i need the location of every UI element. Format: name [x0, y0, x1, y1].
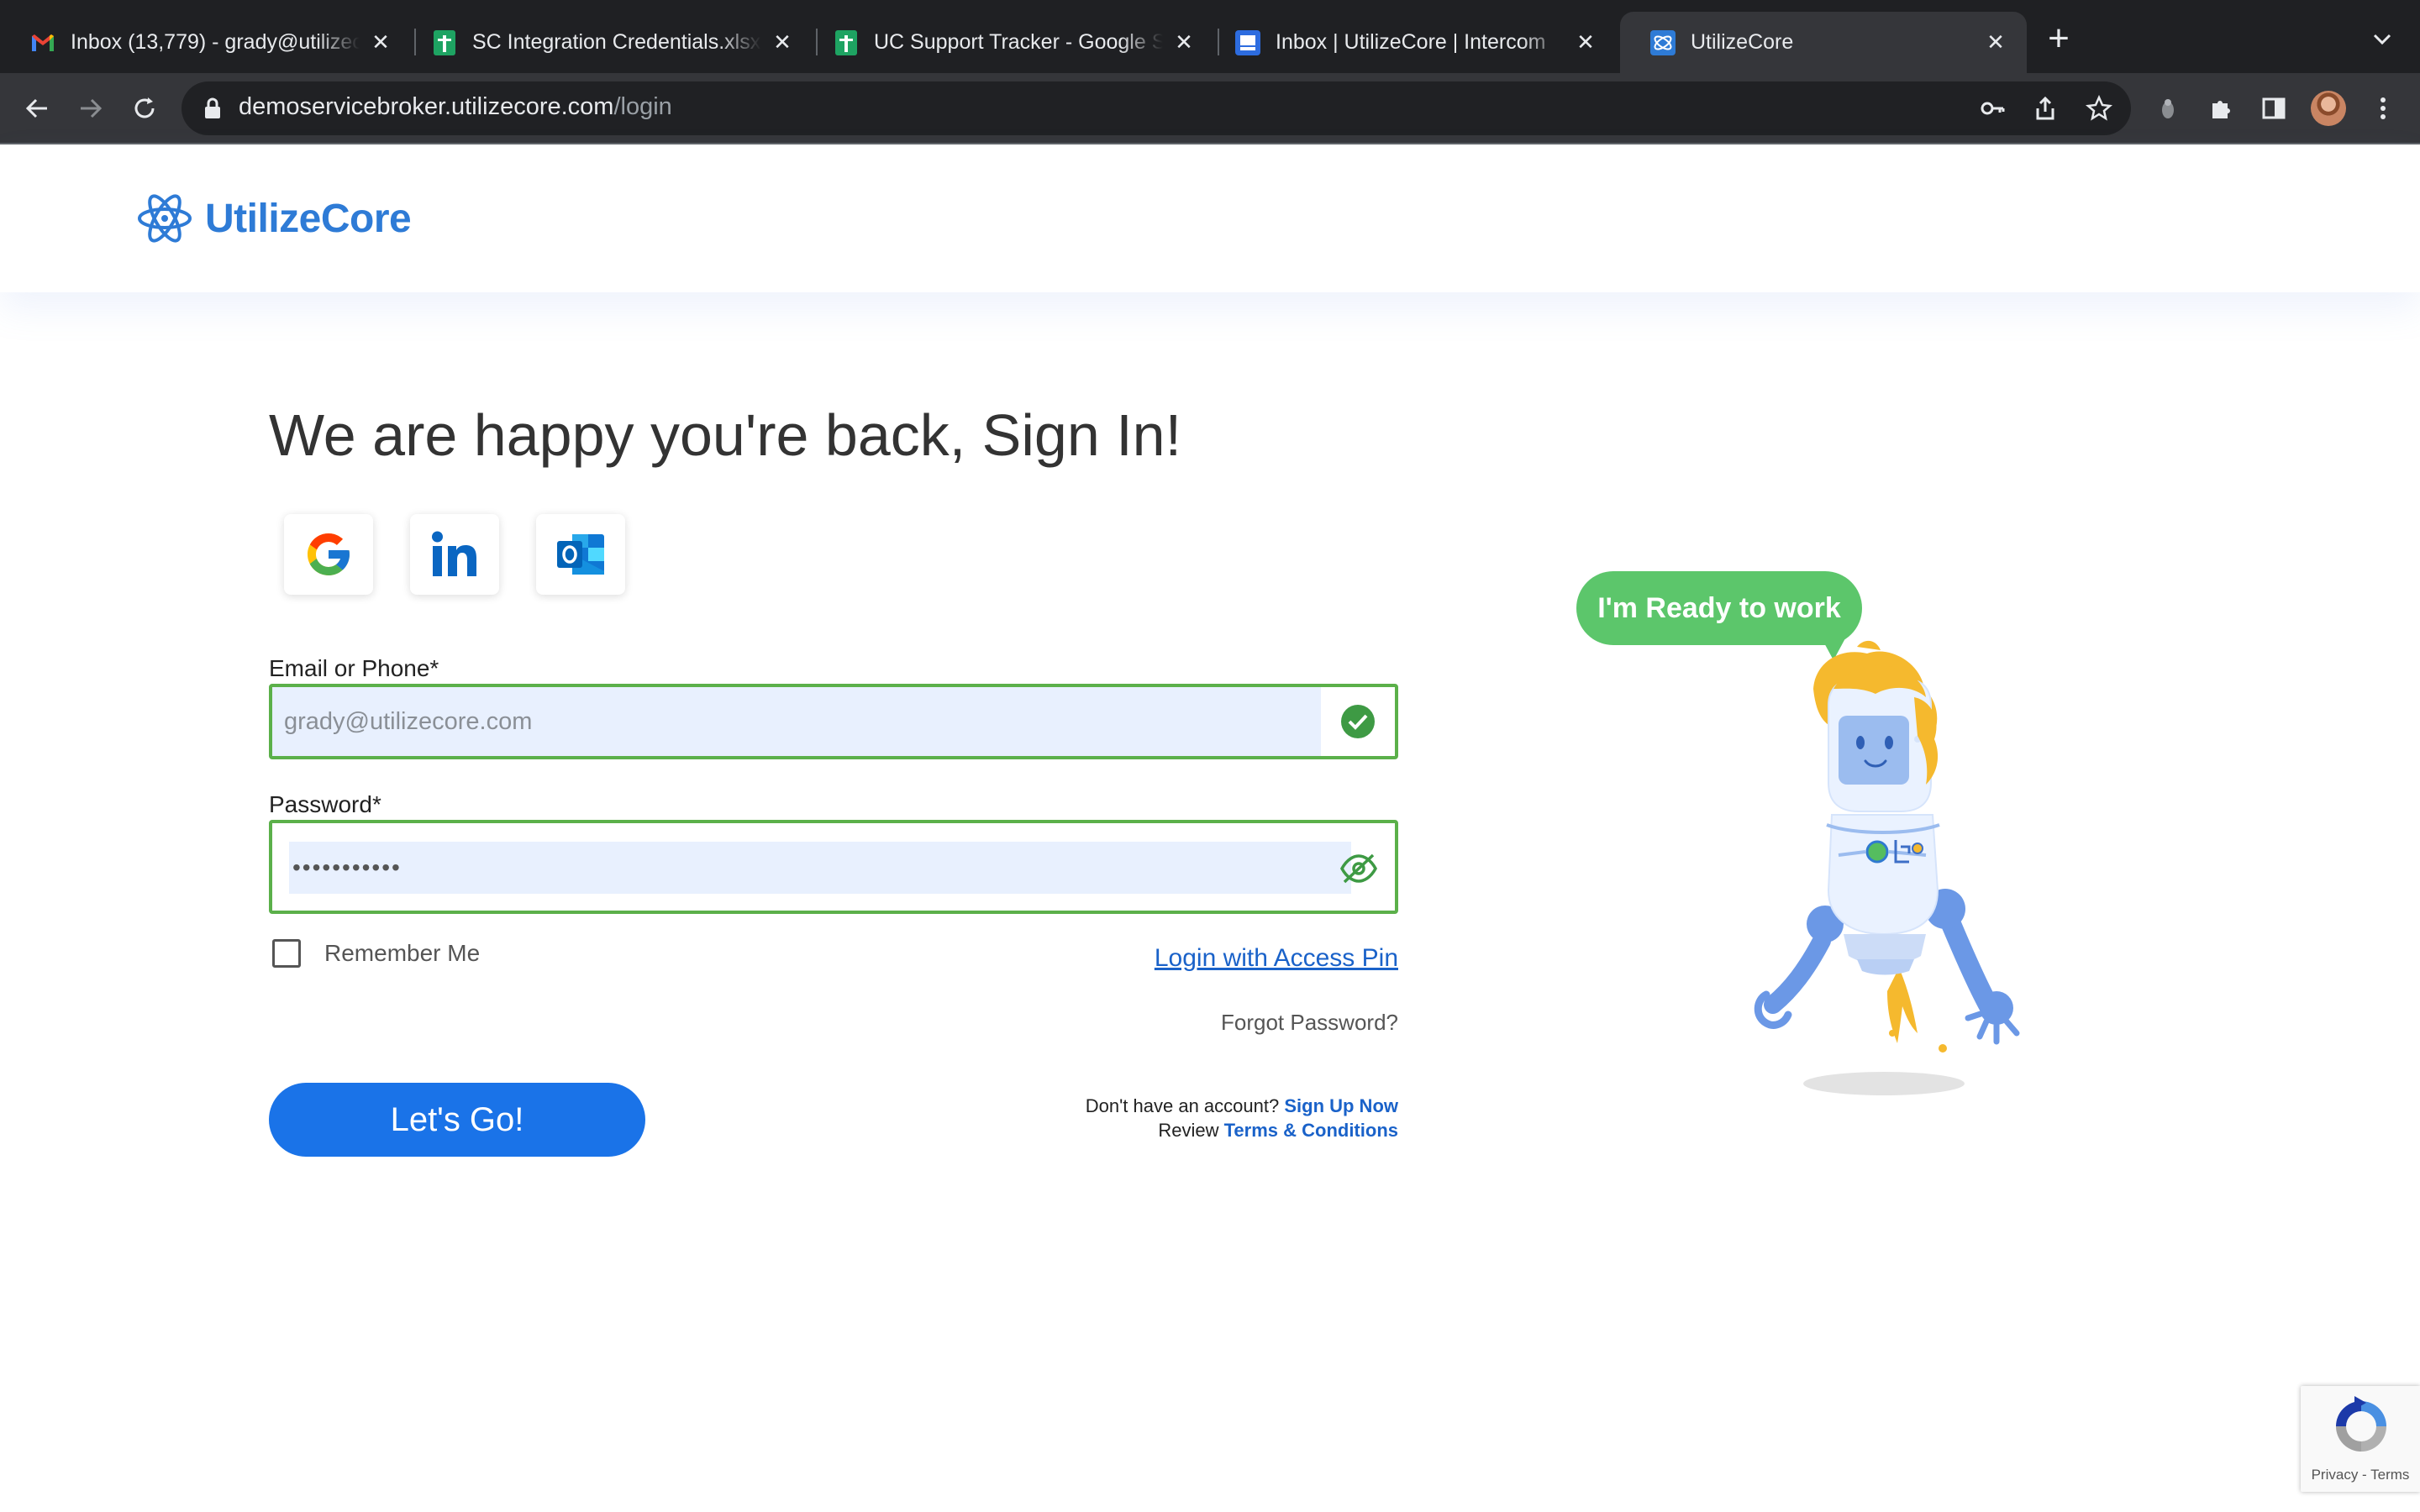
- submit-button[interactable]: Let's Go!: [269, 1083, 645, 1157]
- tab-title: UtilizeCore: [1691, 30, 1794, 54]
- password-field-wrapper: [269, 820, 1398, 914]
- signup-line: Don't have an account? Sign Up Now: [1086, 1095, 1398, 1117]
- tab-utilizecore-active[interactable]: UtilizeCore ✕: [1620, 12, 2027, 73]
- avatar[interactable]: [2311, 91, 2346, 126]
- new-tab-button[interactable]: +: [2042, 20, 2075, 57]
- sheets-icon: [834, 29, 859, 55]
- forward-button[interactable]: [71, 88, 111, 129]
- close-icon[interactable]: ✕: [1171, 29, 1197, 55]
- browser-tab-strip: Inbox (13,779) - grady@utilizecore.com ✕…: [0, 0, 2420, 73]
- google-login-button[interactable]: [284, 514, 373, 595]
- outlook-login-button[interactable]: [536, 514, 625, 595]
- url-text[interactable]: demoservicebroker.utilizecore.com/login: [239, 93, 672, 121]
- reload-icon: [134, 97, 155, 118]
- intercom-icon: [1235, 29, 1260, 55]
- address-bar[interactable]: demoservicebroker.utilizecore.com/login: [182, 81, 2131, 135]
- close-icon[interactable]: ✕: [1983, 29, 2008, 55]
- close-icon[interactable]: ✕: [770, 29, 795, 55]
- email-label: Email or Phone*: [269, 655, 439, 681]
- signup-prompt: Don't have an account?: [1085, 1095, 1280, 1116]
- gmail-icon: [30, 30, 55, 55]
- tab-title: UC Support Tracker - Google Sheets: [874, 30, 1163, 54]
- kebab-menu-icon[interactable]: [2366, 92, 2400, 125]
- star-icon[interactable]: [2084, 93, 2114, 123]
- share-icon[interactable]: [2030, 93, 2060, 123]
- terms-line: Review Terms & Conditions: [1158, 1120, 1398, 1142]
- recaptcha-links[interactable]: Privacy - Terms: [2301, 1467, 2420, 1483]
- linkedin-icon: [432, 531, 476, 576]
- tab-gmail-inbox[interactable]: Inbox (13,779) - grady@utilizecore.com ✕: [0, 12, 412, 73]
- tab-title: Inbox (13,779) - grady@utilizecore.com: [71, 30, 360, 54]
- chevron-down-icon[interactable]: [2368, 25, 2396, 54]
- key-icon[interactable]: [1977, 93, 2007, 123]
- tab-sc-integration-credentials[interactable]: SC Integration Credentials.xlsx ✕: [402, 12, 813, 73]
- robot-illustration: [1754, 640, 2020, 1095]
- outlook-icon: [557, 534, 604, 575]
- side-panel-icon[interactable]: [2257, 92, 2291, 125]
- password-label: Password*: [269, 791, 381, 817]
- email-field-wrapper: [269, 684, 1398, 759]
- linkedin-login-button[interactable]: [410, 514, 499, 595]
- terms-link[interactable]: Terms & Conditions: [1224, 1120, 1398, 1141]
- reload-button[interactable]: [124, 88, 165, 129]
- tab-title: SC Integration Credentials.xlsx: [472, 30, 761, 54]
- site-header: UtilizeCore: [0, 144, 2420, 292]
- sign-up-link[interactable]: Sign Up Now: [1284, 1095, 1398, 1116]
- tab-uc-support-tracker[interactable]: UC Support Tracker - Google Sheets ✕: [803, 12, 1215, 73]
- puzzle-extensions-icon[interactable]: [2205, 92, 2238, 125]
- page-title: We are happy you're back, Sign In!: [269, 402, 1182, 468]
- utilizecore-icon: [1650, 29, 1676, 55]
- email-field[interactable]: [272, 687, 1321, 756]
- recaptcha-icon: [2336, 1396, 2386, 1452]
- url-host: demoservicebroker.utilizecore.com: [239, 93, 614, 120]
- sheets-icon: [432, 29, 457, 55]
- remember-me-label: Remember Me: [324, 940, 481, 966]
- extension-icon[interactable]: [2151, 92, 2185, 125]
- login-with-access-pin-link[interactable]: Login with Access Pin: [1155, 944, 1398, 973]
- browser-toolbar: demoservicebroker.utilizecore.com/login: [0, 73, 2420, 143]
- tab-intercom-inbox[interactable]: Inbox | UtilizeCore | Intercom ✕: [1205, 12, 1617, 73]
- arrow-right-icon: [81, 98, 103, 118]
- arrow-left-icon: [25, 98, 47, 118]
- url-path: /login: [613, 93, 672, 120]
- terms-prompt: Review: [1158, 1120, 1219, 1141]
- eye-off-icon[interactable]: [1339, 852, 1378, 885]
- password-field[interactable]: [289, 842, 1351, 894]
- check-circle-icon: [1341, 705, 1375, 738]
- utilizecore-logo[interactable]: UtilizeCore: [134, 185, 412, 252]
- forgot-password-link[interactable]: Forgot Password?: [1221, 1010, 1398, 1036]
- tab-title: Inbox | UtilizeCore | Intercom: [1276, 30, 1546, 54]
- recaptcha-badge[interactable]: Privacy - Terms: [2301, 1386, 2420, 1492]
- remember-me-checkbox[interactable]: [272, 939, 301, 968]
- atom-logo-icon: [138, 194, 192, 243]
- google-icon: [308, 533, 350, 575]
- close-icon[interactable]: ✕: [368, 29, 393, 55]
- close-icon[interactable]: ✕: [1573, 29, 1598, 55]
- speech-bubble: I'm Ready to work: [1576, 571, 1862, 645]
- lock-icon[interactable]: [202, 97, 224, 120]
- remember-me[interactable]: Remember Me: [272, 939, 480, 968]
- back-button[interactable]: [17, 88, 57, 129]
- logo-text: UtilizeCore: [205, 196, 412, 241]
